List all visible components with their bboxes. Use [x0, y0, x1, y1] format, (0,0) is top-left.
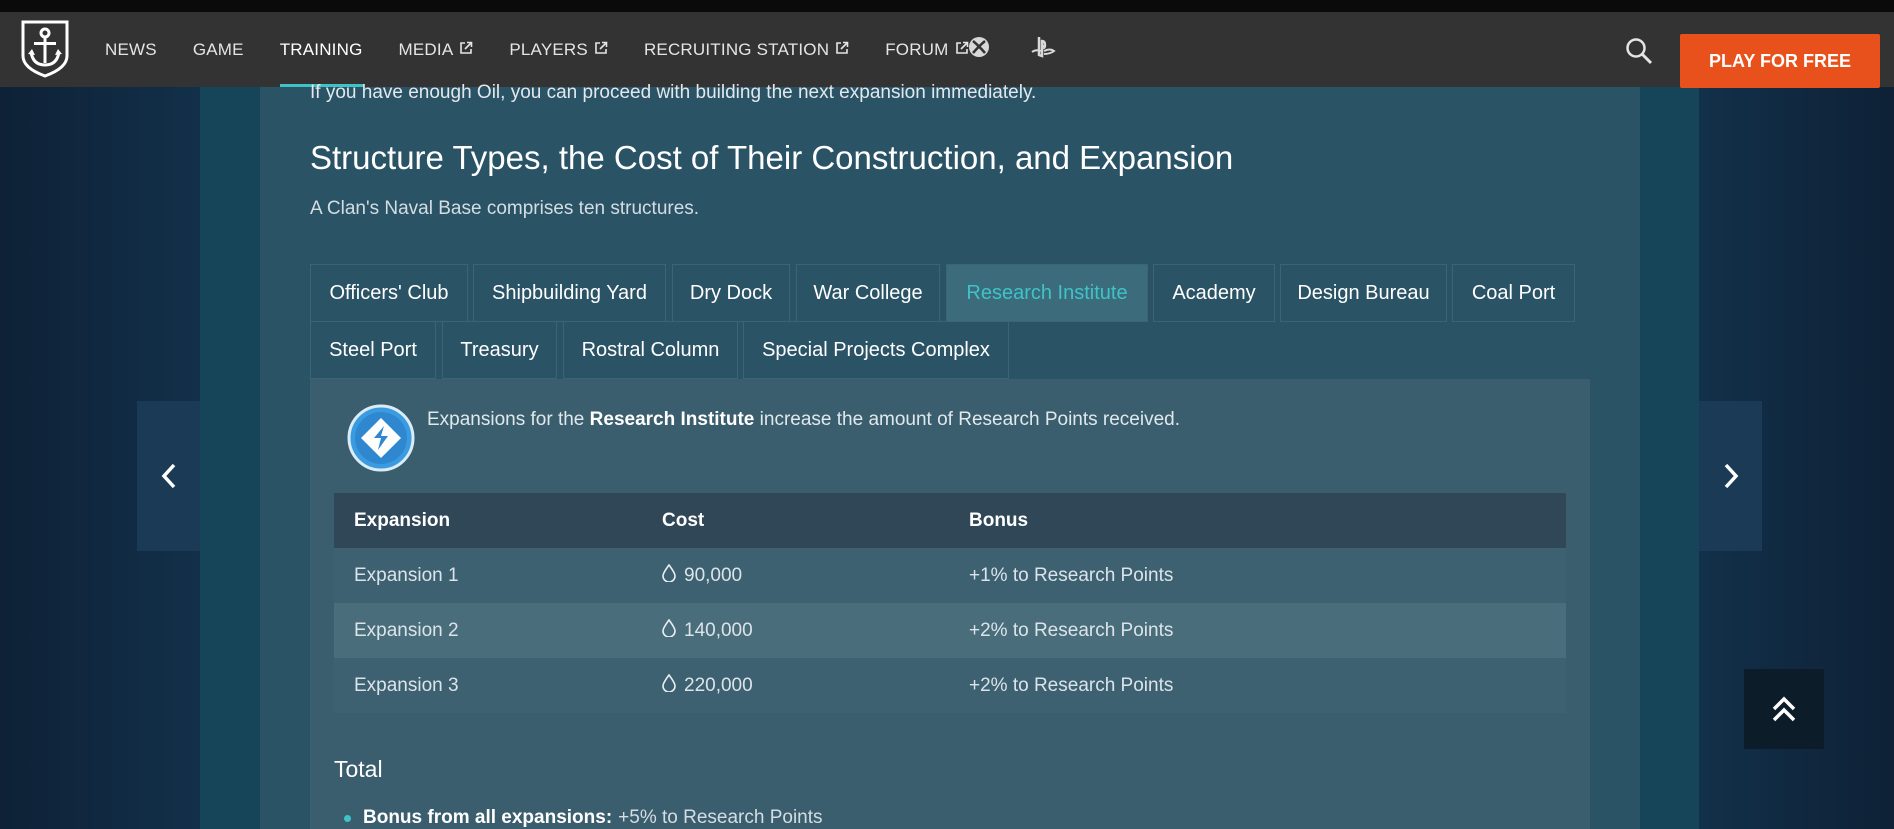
total-heading: Total: [334, 756, 383, 782]
table-row: Expansion 3 220,000 +2% to Research Poin…: [334, 658, 1566, 713]
nav-link-label: TRAINING: [279, 39, 363, 59]
bonus-cell: +2% to Research Points: [969, 674, 1174, 696]
expansion-table: Expansion Cost Bonus Expansion 1 90,000 …: [334, 493, 1566, 713]
tab-rostral-column[interactable]: Rostral Column: [563, 321, 738, 379]
oil-drop-icon: [662, 618, 676, 643]
game-logo-icon[interactable]: [20, 20, 70, 78]
tab-special-projects-complex[interactable]: Special Projects Complex: [743, 321, 1009, 379]
previous-arrow-button[interactable]: [137, 401, 200, 551]
play-for-free-button[interactable]: PLAY FOR FREE: [1680, 34, 1880, 88]
table-row: Expansion 2 140,000 +2% to Research Poin…: [334, 603, 1566, 658]
tab-coal-port[interactable]: Coal Port: [1452, 264, 1575, 322]
expansion-cell: Expansion 1: [354, 564, 459, 586]
external-link-icon: [835, 40, 849, 60]
nav-link-forum[interactable]: FORUM: [885, 12, 968, 87]
bullet-label: Bonus from all expansions:: [363, 807, 613, 828]
tab-label: Design Bureau: [1297, 281, 1430, 304]
expansion-cell: Expansion 3: [354, 674, 459, 696]
tab-label: Rostral Column: [581, 338, 720, 361]
top-navigation: NEWS GAME TRAINING MEDIA PLAYERS RECRUITING S…: [0, 12, 1894, 88]
total-bullet: Bonus from all expansions: +5% to Resear…: [344, 807, 823, 829]
tab-label: Treasury: [460, 338, 539, 361]
cost-cell: 140,000: [642, 618, 949, 643]
external-link-icon: [459, 40, 473, 60]
tab-label: Academy: [1172, 281, 1256, 304]
external-link-icon: [955, 40, 969, 60]
panel-description: Expansions for the Research Institute in…: [427, 409, 1180, 431]
browser-top-strip: [0, 0, 1894, 12]
tab-label: Special Projects Complex: [762, 338, 990, 361]
external-link-icon: [594, 40, 608, 60]
header-cost: Cost: [662, 509, 705, 531]
nav-link-label: NEWS: [105, 39, 157, 59]
nav-link-training[interactable]: TRAINING: [279, 12, 363, 87]
tab-label: Dry Dock: [689, 281, 773, 304]
double-chevron-up-icon: [1772, 696, 1796, 722]
tab-shipbuilding-yard[interactable]: Shipbuilding Yard: [473, 264, 666, 322]
tab-treasury[interactable]: Treasury: [442, 321, 557, 379]
next-arrow-button[interactable]: [1699, 401, 1762, 551]
tab-label: Shipbuilding Yard: [492, 281, 647, 304]
playstation-icon[interactable]: [1030, 36, 1056, 63]
description-prefix: Expansions for the: [427, 409, 590, 430]
cost-value: 140,000: [684, 619, 753, 641]
header-bonus: Bonus: [969, 509, 1029, 531]
description-suffix: increase the amount of Research Points r…: [754, 409, 1181, 430]
nav-link-label: RECRUITING STATION: [643, 39, 830, 59]
intro-paragraph: If you have enough Oil, you can proceed …: [310, 82, 1037, 103]
cost-cell: 220,000: [642, 673, 949, 698]
tab-war-college[interactable]: War College: [796, 264, 940, 322]
tab-officers-club[interactable]: Officers' Club: [310, 264, 468, 322]
table-row: Expansion 1 90,000 +1% to Research Point…: [334, 548, 1566, 603]
description-structure-name: Research Institute: [589, 409, 755, 430]
section-subtext: A Clan's Naval Base comprises ten struct…: [310, 198, 700, 219]
tab-academy[interactable]: Academy: [1153, 264, 1275, 322]
nav-link-news[interactable]: NEWS: [105, 12, 157, 87]
tab-label: Coal Port: [1471, 281, 1556, 304]
nav-link-players[interactable]: PLAYERS: [509, 12, 608, 87]
search-icon[interactable]: [1624, 36, 1654, 66]
nav-link-label: GAME: [192, 39, 244, 59]
nav-link-label: PLAYERS: [509, 39, 588, 59]
tab-label: Steel Port: [329, 338, 417, 361]
cost-cell: 90,000: [642, 563, 949, 588]
tab-dry-dock[interactable]: Dry Dock: [672, 264, 790, 322]
bullet-value: +5% to Research Points: [618, 807, 823, 828]
oil-drop-icon: [662, 563, 676, 588]
cost-value: 90,000: [684, 564, 743, 586]
bonus-cell: +1% to Research Points: [969, 564, 1174, 586]
scroll-to-top-button[interactable]: [1744, 669, 1824, 749]
oil-drop-icon: [662, 673, 676, 698]
nav-links: NEWS GAME TRAINING MEDIA PLAYERS RECRUITING S…: [105, 12, 1005, 87]
tab-design-bureau[interactable]: Design Bureau: [1280, 264, 1447, 322]
tab-steel-port[interactable]: Steel Port: [310, 321, 436, 379]
nav-link-media[interactable]: MEDIA: [399, 12, 474, 87]
cost-value: 220,000: [684, 674, 753, 696]
research-institute-icon: [347, 404, 415, 472]
header-expansion: Expansion: [354, 509, 451, 531]
nav-link-recruiting-station[interactable]: RECRUITING STATION: [644, 12, 849, 87]
chevron-right-icon: [1724, 463, 1738, 489]
tab-research-institute[interactable]: Research Institute: [946, 264, 1148, 322]
chevron-left-icon: [161, 463, 175, 489]
bonus-cell: +2% to Research Points: [969, 619, 1174, 641]
tab-label: Research Institute: [966, 281, 1128, 304]
tab-label: War College: [813, 281, 923, 304]
xbox-icon[interactable]: [968, 36, 990, 63]
tab-label: Officers' Club: [329, 281, 449, 304]
table-header-row: Expansion Cost Bonus: [334, 493, 1566, 548]
nav-link-label: MEDIA: [398, 39, 454, 59]
expansion-cell: Expansion 2: [354, 619, 459, 641]
nav-link-game[interactable]: GAME: [193, 12, 244, 87]
platform-icons: [968, 12, 1056, 87]
bullet-dot: [344, 814, 351, 822]
section-heading: Structure Types, the Cost of Their Const…: [310, 139, 1234, 176]
nav-link-label: FORUM: [885, 39, 949, 59]
